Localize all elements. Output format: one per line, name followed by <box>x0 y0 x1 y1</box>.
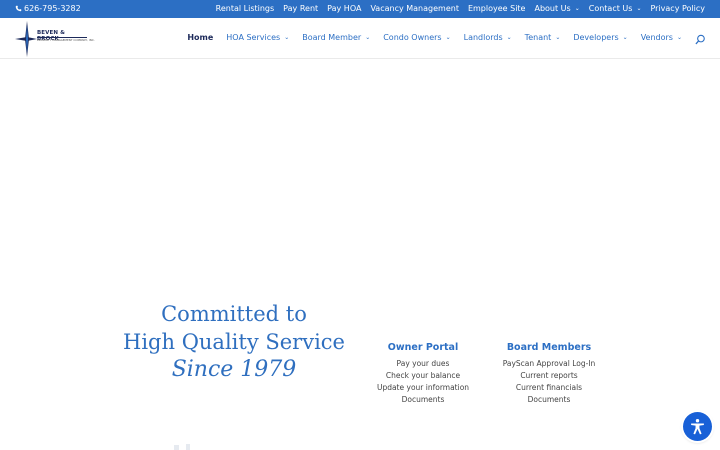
nav-item-label: Board Member <box>302 33 362 42</box>
utility-nav-label: Vacancy Management <box>370 4 459 13</box>
owner-link-update-info[interactable]: Update your information <box>358 382 488 394</box>
owner-portal-title[interactable]: Owner Portal <box>358 342 488 353</box>
hero-line-3: Since 1979 <box>171 357 297 382</box>
site-logo[interactable]: BEVEN & BROCK PROPERTY MANAGEMENT COMPAN… <box>15 21 95 57</box>
utility-nav-vacancy-management[interactable]: Vacancy Management <box>370 4 459 13</box>
chevron-down-icon: ⌄ <box>445 34 451 41</box>
nav-item-vendors[interactable]: Vendors ⌄ <box>641 33 682 42</box>
utility-nav-label: Rental Listings <box>215 4 275 13</box>
nav-item-label: Home <box>187 33 214 42</box>
hero-line-2: High Quality Service <box>123 330 345 354</box>
site-header: BEVEN & BROCK PROPERTY MANAGEMENT COMPAN… <box>0 18 720 59</box>
utility-nav-label: Contact Us <box>588 4 633 13</box>
nav-item-developers[interactable]: Developers ⌄ <box>573 33 627 42</box>
utility-nav-pay-hoa[interactable]: Pay HOA <box>327 4 361 13</box>
board-link-financials[interactable]: Current financials <box>484 382 614 394</box>
phone-contact[interactable]: 626-795-3282 <box>15 4 81 13</box>
nav-item-tenant[interactable]: Tenant ⌄ <box>525 33 561 42</box>
chevron-down-icon: ⌄ <box>365 34 371 41</box>
utility-nav-about-us[interactable]: About Us ⌄ <box>534 4 579 13</box>
owner-link-pay-dues[interactable]: Pay your dues <box>358 358 488 370</box>
utility-nav-contact-us[interactable]: Contact Us ⌄ <box>589 4 642 13</box>
board-link-documents[interactable]: Documents <box>484 394 614 406</box>
chevron-down-icon: ⌄ <box>622 34 628 41</box>
board-link-reports[interactable]: Current reports <box>484 370 614 382</box>
chevron-down-icon: ⌄ <box>636 5 642 12</box>
logo-subtitle: PROPERTY MANAGEMENT COMPANY, INC. <box>37 38 95 42</box>
hero-line-1: Committed to <box>161 302 307 326</box>
owner-link-check-balance[interactable]: Check your balance <box>358 370 488 382</box>
board-link-payscan[interactable]: PayScan Approval Log-In <box>484 358 614 370</box>
top-bar: 626-795-3282 Rental Listings Pay Rent Pay … <box>0 0 720 18</box>
owner-link-documents[interactable]: Documents <box>358 394 488 406</box>
nav-item-label: Landlords <box>463 33 503 42</box>
nav-item-label: HOA Services <box>226 33 281 42</box>
search-icon[interactable] <box>695 34 706 45</box>
accessibility-icon <box>691 419 704 435</box>
utility-nav-pay-rent[interactable]: Pay Rent <box>283 4 318 13</box>
chevron-down-icon: ⌄ <box>555 34 561 41</box>
utility-nav-employee-site[interactable]: Employee Site <box>468 4 526 13</box>
chevron-down-icon: ⌄ <box>506 34 512 41</box>
nav-item-label: Vendors <box>640 33 673 42</box>
utility-nav-label: Pay Rent <box>283 4 319 13</box>
board-members-title[interactable]: Board Members <box>484 342 614 353</box>
chevron-down-icon: ⌄ <box>284 34 290 41</box>
chevron-down-icon: ⌄ <box>676 34 682 41</box>
nav-item-board-member[interactable]: Board Member ⌄ <box>302 33 370 42</box>
board-members-section: Board Members PayScan Approval Log-In Cu… <box>484 342 614 406</box>
utility-nav-rental-listings[interactable]: Rental Listings <box>216 4 275 13</box>
nav-item-hoa-services[interactable]: HOA Services ⌄ <box>226 33 289 42</box>
nav-item-label: Developers <box>573 33 619 42</box>
utility-nav-label: Pay HOA <box>327 4 362 13</box>
phone-number[interactable]: 626-795-3282 <box>24 4 81 13</box>
logo-mark <box>15 21 37 57</box>
main-nav: Home HOA Services ⌄ Board Member ⌄ Condo Owne… <box>187 33 682 42</box>
partial-decoration <box>174 444 190 450</box>
hero-tagline: Committed to High Quality Service Since … <box>100 300 368 384</box>
utility-nav: Rental Listings Pay Rent Pay HOA Vacancy Ma… <box>216 4 705 13</box>
phone-icon <box>15 5 22 12</box>
utility-nav-label: Employee Site <box>467 4 526 13</box>
nav-item-condo-owners[interactable]: Condo Owners ⌄ <box>383 33 450 42</box>
nav-item-landlords[interactable]: Landlords ⌄ <box>464 33 512 42</box>
nav-item-home[interactable]: Home <box>187 33 213 42</box>
nav-item-label: Condo Owners <box>383 33 442 42</box>
chevron-down-icon: ⌄ <box>574 5 580 12</box>
utility-nav-label: About Us <box>534 4 571 13</box>
utility-nav-label: Privacy Policy <box>650 4 705 13</box>
utility-nav-privacy-policy[interactable]: Privacy Policy <box>650 4 705 13</box>
owner-portal-section: Owner Portal Pay your dues Check your ba… <box>358 342 488 406</box>
nav-item-label: Tenant <box>524 33 552 42</box>
accessibility-button[interactable] <box>683 412 712 441</box>
